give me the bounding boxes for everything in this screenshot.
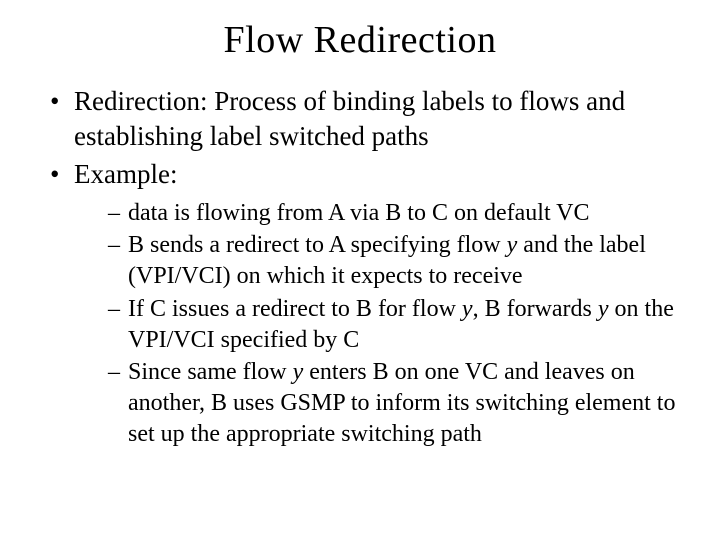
sub-bullet-text: B sends a redirect to A specifying flow (128, 232, 507, 258)
bullet-text: Redirection: Process of binding labels t… (74, 86, 625, 151)
sub-bullet-text: data is flowing from A via B to C on def… (128, 200, 590, 226)
variable-y: y (507, 232, 518, 258)
sub-bullet-item: B sends a redirect to A specifying flow … (108, 230, 690, 291)
sub-bullet-item: If C issues a redirect to B for flow y, … (108, 294, 690, 355)
bullet-text: Example: (74, 159, 177, 189)
slide: Flow Redirection Redirection: Process of… (0, 0, 720, 540)
bullet-list: Redirection: Process of binding labels t… (30, 84, 690, 449)
sub-bullet-text: , B forwards (473, 296, 598, 322)
bullet-item: Example: data is flowing from A via B to… (50, 157, 690, 449)
variable-y: y (598, 296, 609, 322)
sub-bullet-item: Since same flow y enters B on one VC and… (108, 357, 690, 449)
variable-y: y (293, 359, 304, 385)
slide-title: Flow Redirection (30, 18, 690, 62)
sub-bullet-text: Since same flow (128, 359, 293, 385)
sub-bullet-item: data is flowing from A via B to C on def… (108, 198, 690, 229)
sub-bullet-text: If C issues a redirect to B for flow (128, 296, 462, 322)
variable-y: y (462, 296, 473, 322)
sub-bullet-list: data is flowing from A via B to C on def… (74, 198, 690, 450)
bullet-item: Redirection: Process of binding labels t… (50, 84, 690, 153)
